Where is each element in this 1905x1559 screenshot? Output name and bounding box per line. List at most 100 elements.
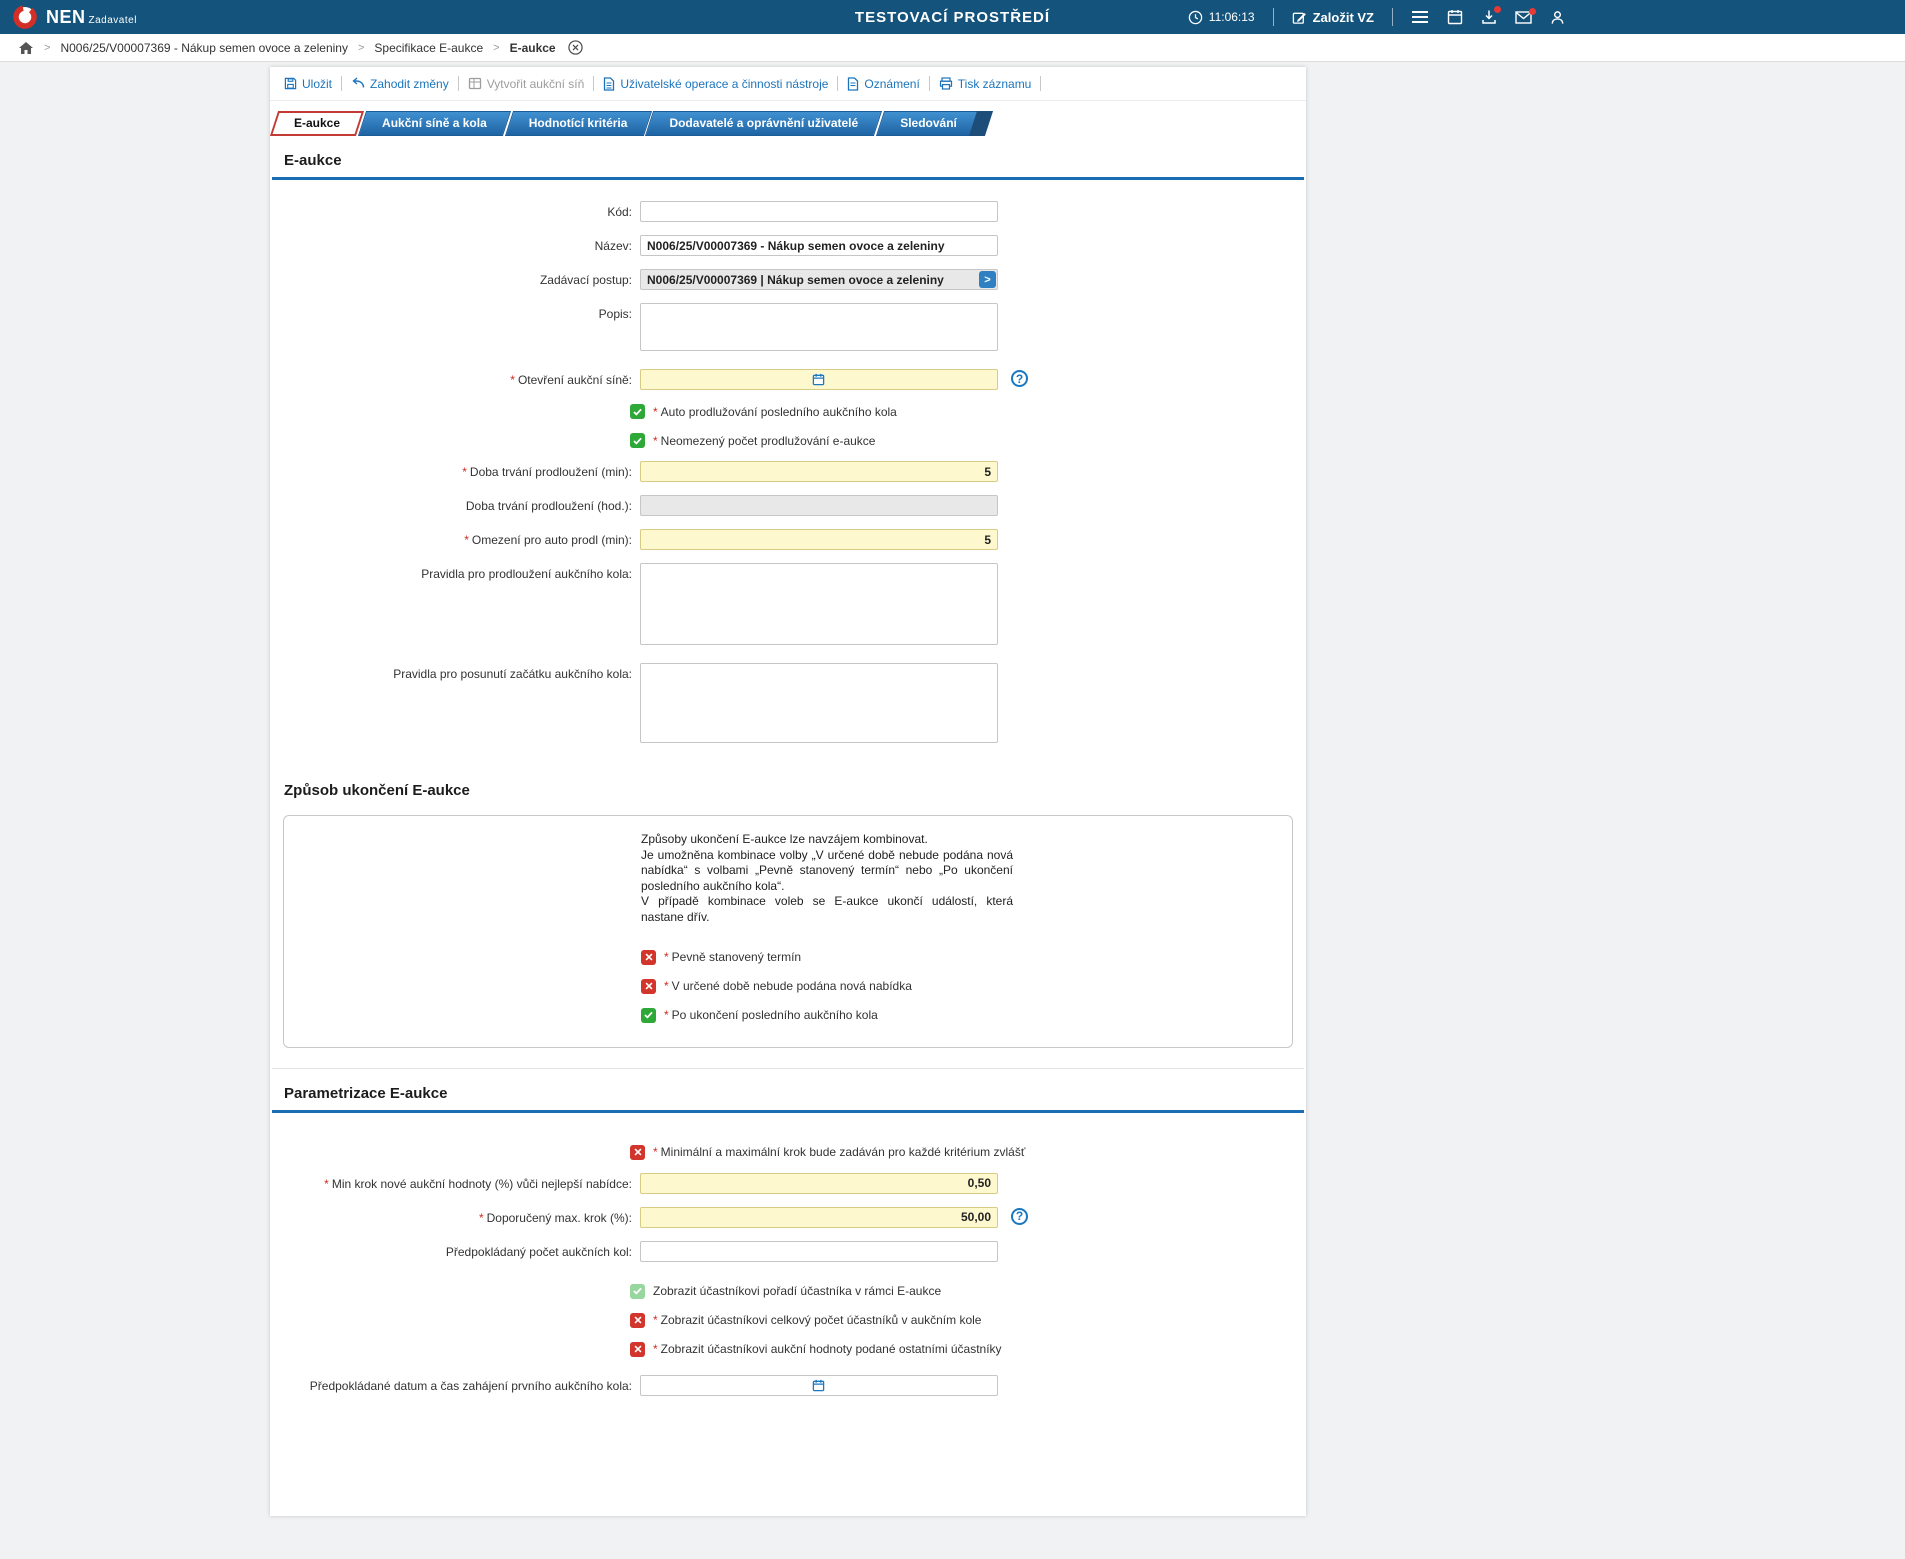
pevny-termin-checkbox[interactable] bbox=[641, 949, 656, 965]
toolbar-separator bbox=[1040, 76, 1042, 91]
max-krok-help-button[interactable]: ? bbox=[1011, 1207, 1028, 1225]
topbar-actions: 11:06:13 Založit VZ bbox=[1188, 0, 1565, 34]
home-button[interactable] bbox=[18, 41, 34, 55]
field-row-otevreni-sine: * Otevření aukční síně: ? bbox=[270, 369, 1306, 390]
downloads-button[interactable] bbox=[1481, 6, 1501, 25]
save-button[interactable]: Uložit bbox=[284, 77, 332, 91]
doba-trvani-min-label: Doba trvání prodloužení (min): bbox=[469, 465, 632, 479]
celkovy-pocet-checkbox[interactable] bbox=[630, 1312, 645, 1328]
max-krok-input[interactable] bbox=[640, 1206, 998, 1228]
clock-icon bbox=[1188, 10, 1203, 24]
nen-logo-icon bbox=[13, 5, 37, 29]
field-row-doba-trvani-min: * Doba trvání prodloužení (min): bbox=[270, 461, 1306, 482]
omezeni-auto-prodl-label: Omezení pro auto prodl (min): bbox=[471, 533, 632, 547]
nazev-label: Název: bbox=[594, 239, 632, 253]
toolbar-separator bbox=[928, 76, 930, 91]
document-icon bbox=[604, 76, 615, 91]
popis-textarea[interactable] bbox=[640, 303, 998, 351]
po-ukonceni-checkbox[interactable] bbox=[641, 1007, 656, 1023]
menu-button[interactable] bbox=[1411, 10, 1429, 24]
pravidla-prodlouzeni-textarea[interactable] bbox=[640, 563, 998, 645]
check-icon bbox=[644, 1011, 653, 1019]
messages-button[interactable] bbox=[1515, 7, 1536, 24]
clock: 11:06:13 bbox=[1188, 10, 1255, 25]
doba-trvani-min-input[interactable] bbox=[640, 461, 998, 482]
tab-dodavatele-a-opravneni-uzivatele[interactable]: Dodavatelé a oprávnění uživatelé bbox=[649, 111, 878, 136]
breadcrumb-item-specifikace[interactable]: Specifikace E-aukce bbox=[374, 41, 483, 55]
kod-label: Kód: bbox=[607, 205, 632, 219]
checkbox-row-neomezeny-pocet: * Neomezený počet prodlužování e-aukce bbox=[630, 433, 1306, 448]
nazev-input[interactable] bbox=[640, 235, 998, 256]
neomezeny-pocet-checkbox[interactable] bbox=[630, 433, 645, 448]
urcena-doba-checkbox[interactable] bbox=[641, 978, 656, 994]
min-max-krok-checkbox[interactable] bbox=[630, 1144, 645, 1160]
create-vz-label: Založit VZ bbox=[1312, 9, 1374, 25]
tab-hodnotici-kriteria[interactable]: Hodnotící kritéria bbox=[509, 111, 648, 136]
pravidla-posunuti-textarea[interactable] bbox=[640, 663, 998, 743]
tab-e-aukce[interactable]: E-aukce bbox=[274, 111, 360, 136]
topbar-separator bbox=[1392, 8, 1393, 26]
create-vz-button[interactable]: Založit VZ bbox=[1292, 10, 1374, 25]
downloads-badge bbox=[1494, 6, 1501, 13]
pevny-termin-label: Pevně stanovený termín bbox=[671, 950, 802, 965]
brand-sub: Zadavatel bbox=[88, 14, 137, 26]
field-row-datum-zahajeni: Předpokládané datum a čas zahájení první… bbox=[270, 1374, 1306, 1396]
open-zadavaci-postup-button[interactable]: > bbox=[979, 271, 996, 288]
auction-hall-icon bbox=[468, 77, 481, 90]
zadavaci-postup-input bbox=[640, 269, 998, 290]
omezeni-auto-prodl-input[interactable] bbox=[640, 529, 998, 550]
checkbox-row-pevny-termin: * Pevně stanovený termín bbox=[641, 949, 1292, 965]
required-mark: * bbox=[462, 465, 467, 479]
otevreni-sine-help-button[interactable]: ? bbox=[1011, 370, 1028, 387]
breadcrumb-item-eaukce[interactable]: E-aukce bbox=[510, 41, 556, 55]
field-row-doba-trvani-hod: Doba trvání prodloužení (hod.): bbox=[270, 495, 1306, 516]
discard-changes-label: Zahodit změny bbox=[370, 76, 449, 91]
pocet-kol-input[interactable] bbox=[640, 1240, 998, 1262]
content-panel: Uložit Zahodit změny Vytvořit aukční síň bbox=[270, 67, 1306, 1516]
breadcrumb-item-procedure[interactable]: N006/25/V00007369 - Nákup semen ovoce a … bbox=[60, 41, 348, 55]
poradi-label: Zobrazit účastníkovi pořadí účastníka v … bbox=[653, 1284, 942, 1299]
toolbar-separator bbox=[341, 76, 343, 91]
cross-icon bbox=[634, 1148, 641, 1156]
required-mark: * bbox=[653, 1342, 658, 1357]
breadcrumb-separator: > bbox=[357, 41, 365, 54]
create-auction-hall-button: Vytvořit aukční síň bbox=[468, 77, 584, 91]
breadcrumb-separator: > bbox=[493, 41, 500, 54]
datum-zahajeni-datepicker-button[interactable] bbox=[812, 1379, 825, 1392]
field-row-min-krok: * Min krok nové aukční hodnoty (%) vůči n… bbox=[270, 1172, 1306, 1194]
hodnoty-ostatni-checkbox[interactable] bbox=[630, 1341, 645, 1357]
user-operations-button[interactable]: Uživatelské operace a činnosti nástroje bbox=[603, 77, 828, 91]
discard-changes-button[interactable]: Zahodit změny bbox=[351, 77, 449, 91]
min-krok-input[interactable] bbox=[640, 1172, 998, 1194]
toolbar-separator bbox=[593, 76, 595, 91]
calendar-button[interactable] bbox=[1447, 9, 1463, 25]
user-operations-label: Uživatelské operace a činnosti nástroje bbox=[620, 76, 829, 91]
topbar-separator bbox=[1272, 8, 1274, 26]
tab-sledovani[interactable]: Sledování bbox=[880, 111, 977, 136]
otevreni-sine-datepicker-button[interactable] bbox=[812, 373, 825, 386]
datum-zahajeni-label: Předpokládané datum a čas zahájení první… bbox=[309, 1378, 632, 1393]
required-mark: * bbox=[464, 533, 469, 547]
checkbox-row-poradi: Zobrazit účastníkovi pořadí účastníka v … bbox=[630, 1283, 1306, 1299]
print-record-button[interactable]: Tisk záznamu bbox=[939, 77, 1031, 91]
popis-label: Popis: bbox=[598, 307, 632, 321]
field-row-kod: Kód: bbox=[270, 201, 1306, 222]
profile-button[interactable] bbox=[1550, 10, 1565, 25]
required-mark: * bbox=[664, 1008, 669, 1023]
zadavaci-postup-label: Zadávací postup: bbox=[539, 273, 632, 287]
notice-document-icon bbox=[848, 76, 859, 91]
notices-button[interactable]: Oznámení bbox=[847, 76, 920, 91]
kod-input[interactable] bbox=[640, 201, 998, 222]
brand-block: NEN Zadavatel bbox=[0, 4, 137, 30]
pravidla-posunuti-label: Pravidla pro posunutí začátku aukčního k… bbox=[393, 667, 632, 681]
record-toolbar: Uložit Zahodit změny Vytvořit aukční síň bbox=[270, 67, 1306, 101]
cross-icon bbox=[645, 953, 652, 961]
help-icon: ? bbox=[1015, 371, 1024, 386]
cross-icon bbox=[634, 1345, 641, 1353]
field-row-pravidla-posunuti: Pravidla pro posunutí začátku aukčního k… bbox=[270, 663, 1306, 748]
printer-icon bbox=[939, 77, 952, 90]
close-tab-button[interactable] bbox=[567, 40, 583, 55]
brand[interactable]: NEN Zadavatel bbox=[46, 7, 137, 28]
auto-prodluzovani-checkbox[interactable] bbox=[630, 404, 645, 419]
tab-aukcni-sine-a-kola[interactable]: Aukční síně a kola bbox=[362, 111, 507, 136]
